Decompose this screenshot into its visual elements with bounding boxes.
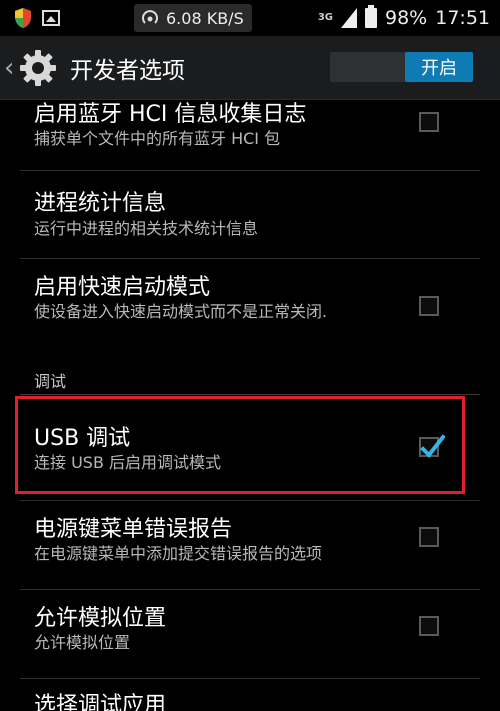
back-chevron-icon[interactable]: ‹ [4,53,16,83]
battery-icon [365,5,377,28]
item-subtitle: 在电源键菜单中添加提交错误报告的选项 [34,544,323,563]
network-speed: 6.08 KB/S [166,8,244,28]
item-title: 选择调试应用 [34,693,167,711]
toggle-on-label: 开启 [405,52,473,82]
item-title: 进程统计信息 [34,191,167,216]
gallery-icon [42,10,60,26]
item-title: 允许模拟位置 [34,606,167,631]
clock: 17:51 [435,7,490,29]
checkbox-power-menu-bug-report[interactable] [419,527,439,547]
gear-icon[interactable] [18,48,58,88]
item-subtitle: 使设备进入快速启动模式而不是正常关闭. [34,302,328,321]
battery-percent: 98% [385,7,428,29]
item-title: 启用蓝牙 HCI 信息收集日志 [34,102,307,127]
item-title: 电源键菜单错误报告 [34,517,233,542]
item-subtitle: 允许模拟位置 [34,633,131,652]
item-subtitle: 运行中进程的相关技术统计信息 [34,219,259,238]
list-item-power-menu-bug-report[interactable]: 电源键菜单错误报告 在电源键菜单中添加提交错误报告的选项 [0,501,500,589]
developer-options-toggle[interactable]: 开启 [330,52,473,82]
network-speed-indicator: 6.08 KB/S [134,4,252,32]
settings-list: 启用蓝牙 HCI 信息收集日志 捕获单个文件中的所有蓝牙 HCI 包 进程统计信… [0,100,500,711]
signal-icon [341,8,357,28]
hotspot-icon [142,10,158,24]
list-item-bluetooth-hci-log[interactable]: 启用蓝牙 HCI 信息收集日志 捕获单个文件中的所有蓝牙 HCI 包 [0,100,500,156]
signal-type: 3G [317,12,333,23]
section-divider [20,394,480,395]
action-bar: ‹ 开发者选项 开启 [0,36,500,100]
section-header-debug: 调试 [34,372,67,391]
list-item-mock-location[interactable]: 允许模拟位置 允许模拟位置 [0,590,500,678]
list-item-select-debug-app[interactable]: 选择调试应用 [0,679,500,711]
list-item-process-stats[interactable]: 进程统计信息 运行中进程的相关技术统计信息 [0,171,500,261]
item-subtitle: 捕获单个文件中的所有蓝牙 HCI 包 [34,129,281,148]
highlight-box [15,396,465,494]
shield-icon [15,8,31,28]
checkbox-mock-location[interactable] [419,616,439,636]
page-title: 开发者选项 [70,57,185,84]
list-item-fast-boot[interactable]: 启用快速启动模式 使设备进入快速启动模式而不是正常关闭. [0,259,500,359]
status-bar: 6.08 KB/S 3G 98% 17:51 [0,0,500,36]
item-title: 启用快速启动模式 [34,275,211,300]
checkbox-fast-boot[interactable] [419,296,439,316]
checkbox-bluetooth-hci-log[interactable] [419,112,439,132]
